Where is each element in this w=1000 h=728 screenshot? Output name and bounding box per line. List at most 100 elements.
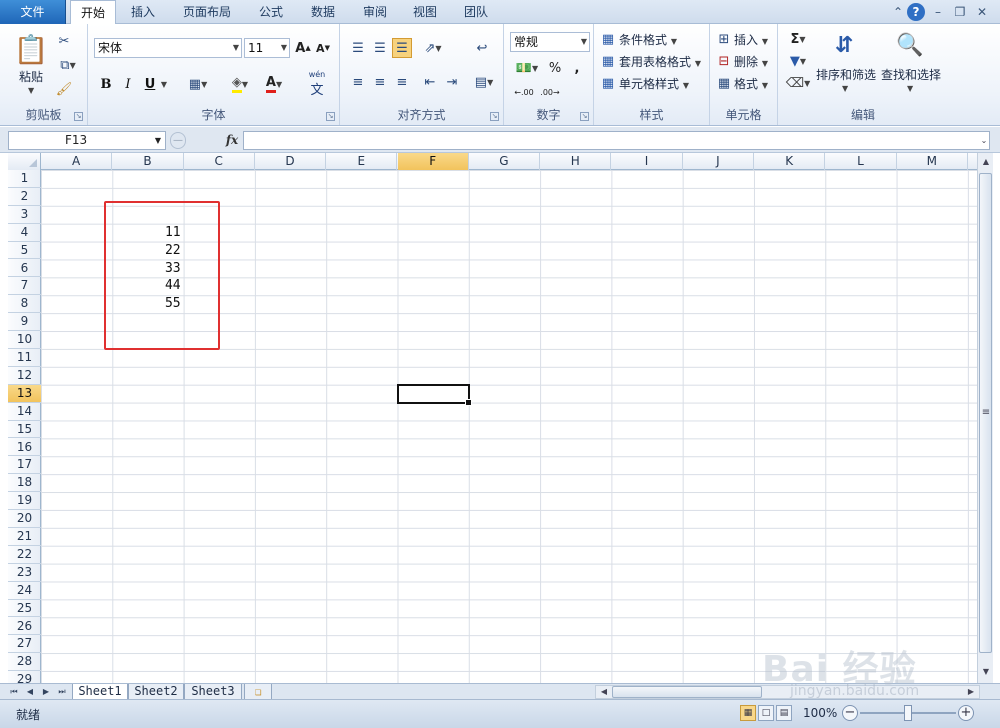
window-restore-icon[interactable]: ❐ (951, 3, 969, 21)
tab-home[interactable]: 开始 (70, 0, 116, 25)
format-cells-button[interactable]: 格式 ▼ (734, 75, 768, 92)
conditional-format-button[interactable]: 条件格式 ▼ (619, 31, 677, 48)
align-right-icon[interactable]: ≡ (392, 72, 412, 92)
column-header-j[interactable]: J (683, 153, 754, 170)
minimize-ribbon-icon[interactable]: ⌃ (889, 3, 907, 21)
paste-button[interactable]: 粘贴 (19, 68, 43, 85)
scroll-right-icon[interactable]: ▶ (964, 685, 978, 699)
zoom-in-icon[interactable]: + (958, 705, 974, 721)
row-header-26[interactable]: 26 (8, 618, 41, 636)
column-header-g[interactable]: G (469, 153, 541, 170)
row-header-18[interactable]: 18 (8, 474, 41, 493)
decrease-indent-icon[interactable]: ⇤ (420, 72, 440, 92)
window-close-icon[interactable]: ✕ (973, 3, 991, 21)
shrink-font-icon[interactable]: A ▼ (314, 38, 332, 58)
number-format-dropdown-icon[interactable]: ▼ (581, 33, 587, 51)
italic-button[interactable]: I (120, 74, 136, 94)
font-size-dropdown-icon[interactable]: ▼ (281, 39, 287, 57)
wrap-text-icon[interactable]: ↩ (472, 38, 492, 58)
alignment-launcher-icon[interactable]: ↘ (490, 112, 499, 121)
tab-review[interactable]: 审阅 (352, 0, 398, 24)
column-header-a[interactable]: A (41, 153, 113, 170)
increase-decimal-icon[interactable]: ←.00 (512, 82, 536, 102)
column-header-k[interactable]: K (754, 153, 826, 170)
align-top-icon[interactable]: ☰ (348, 38, 368, 58)
font-name-combo[interactable]: 宋体 ▼ (94, 38, 242, 58)
sheet-tab-sheet1[interactable]: Sheet1 (72, 684, 128, 700)
border-icon[interactable]: ▦ ▼ (184, 74, 212, 94)
paste-dropdown-icon[interactable]: ▼ (28, 86, 34, 95)
column-header-m[interactable]: M (897, 153, 968, 170)
first-sheet-icon[interactable]: ⏮ (8, 685, 20, 698)
format-cells-icon[interactable]: ▦ (716, 74, 732, 92)
fill-color-icon[interactable]: ◈ ▼ (226, 74, 254, 94)
bold-button[interactable]: B (98, 74, 114, 94)
column-header-c[interactable]: C (184, 153, 255, 170)
row-header-3[interactable]: 3 (8, 206, 41, 224)
row-header-29[interactable]: 29 (8, 671, 41, 683)
row-header-19[interactable]: 19 (8, 492, 41, 511)
find-select-dropdown-icon[interactable]: ▼ (907, 84, 913, 93)
row-header-10[interactable]: 10 (8, 331, 41, 349)
name-box[interactable]: F13 ▼ (8, 131, 166, 150)
insert-cells-icon[interactable]: ⊞ (716, 30, 732, 48)
underline-button[interactable]: U (142, 74, 158, 94)
align-left-icon[interactable]: ≡ (348, 72, 368, 92)
format-as-table-button[interactable]: 套用表格格式 ▼ (619, 53, 701, 70)
row-header-25[interactable]: 25 (8, 600, 41, 618)
tab-page-layout[interactable]: 页面布局 (172, 0, 242, 24)
row-header-2[interactable]: 2 (8, 188, 41, 206)
format-painter-icon[interactable]: 🖌 (55, 80, 73, 98)
insert-function-button[interactable]: fx (222, 131, 242, 150)
percent-style-button[interactable]: % (546, 58, 564, 78)
find-select-icon[interactable]: 🔍 (892, 28, 928, 62)
column-header-h[interactable]: H (540, 153, 612, 170)
font-name-dropdown-icon[interactable]: ▼ (233, 39, 239, 57)
row-header-6[interactable]: 6 (8, 260, 41, 278)
cell-styles-button[interactable]: 单元格样式 ▼ (619, 75, 689, 92)
tab-insert[interactable]: 插入 (120, 0, 166, 24)
font-size-combo[interactable]: 11 ▼ (244, 38, 290, 58)
autosum-icon[interactable]: Σ ▼ (784, 30, 812, 48)
last-sheet-icon[interactable]: ⏭ (56, 685, 68, 698)
clipboard-launcher-icon[interactable]: ↘ (74, 112, 83, 121)
tab-team[interactable]: 团队 (453, 0, 499, 24)
zoom-out-icon[interactable]: − (842, 705, 858, 721)
row-header-17[interactable]: 17 (8, 456, 41, 475)
cut-icon[interactable]: ✂ (55, 32, 73, 50)
sort-filter-dropdown-icon[interactable]: ▼ (842, 84, 848, 93)
column-header-l[interactable]: L (825, 153, 897, 170)
fill-icon[interactable]: ▼ ▼ (784, 52, 812, 70)
column-header-i[interactable]: I (611, 153, 683, 170)
comma-style-button[interactable]: , (570, 58, 584, 78)
vertical-scrollbar[interactable]: ▲ ≡ ▼ (977, 153, 993, 683)
row-header-13[interactable]: 13 (8, 384, 41, 403)
decrease-decimal-icon[interactable]: .00→ (538, 82, 562, 102)
help-icon[interactable]: ? (907, 3, 925, 21)
align-middle-icon[interactable]: ☰ (370, 38, 390, 58)
sort-filter-button[interactable]: 排序和筛选 (816, 66, 876, 83)
format-as-table-icon[interactable]: ▦ (600, 52, 616, 70)
column-header-e[interactable]: E (326, 153, 398, 170)
window-minimize-icon[interactable]: – (929, 3, 947, 21)
scroll-up-icon[interactable]: ▲ (979, 155, 993, 169)
row-header-15[interactable]: 15 (8, 421, 41, 439)
row-header-20[interactable]: 20 (8, 510, 41, 528)
conditional-format-icon[interactable]: ▦ (600, 30, 616, 48)
column-header-f[interactable]: F (397, 153, 469, 170)
formula-bar-collapse-icon[interactable]: ⌄ (978, 133, 990, 148)
normal-view-icon[interactable]: ▦ (740, 705, 756, 721)
page-break-view-icon[interactable]: ▤ (776, 705, 792, 721)
grow-font-icon[interactable]: A ▲ (294, 38, 312, 58)
align-center-icon[interactable]: ≡ (370, 72, 390, 92)
tab-data[interactable]: 数据 (300, 0, 346, 24)
row-header-23[interactable]: 23 (8, 564, 41, 582)
row-header-8[interactable]: 8 (8, 295, 41, 314)
insert-sheet-icon[interactable]: ❏ (244, 684, 272, 700)
page-layout-view-icon[interactable]: □ (758, 705, 774, 721)
copy-icon[interactable]: ⧉ ▼ (55, 56, 81, 74)
row-header-22[interactable]: 22 (8, 546, 41, 564)
merge-center-icon[interactable]: ▤ ▼ (470, 72, 498, 92)
sheet-tab-sheet2[interactable]: Sheet2 (128, 684, 184, 700)
insert-cells-button[interactable]: 插入 ▼ (734, 31, 768, 48)
